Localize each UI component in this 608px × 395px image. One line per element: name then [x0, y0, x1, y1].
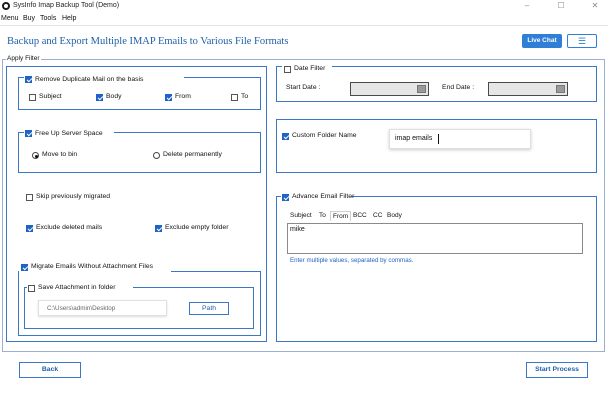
- advance-filter-label: Advance Email Filter: [292, 193, 355, 200]
- start-process-button[interactable]: Start Process: [526, 362, 588, 378]
- subject-label: Subject: [39, 93, 62, 100]
- subject-checkbox[interactable]: [29, 94, 36, 101]
- remove-duplicate-label: Remove Duplicate Mail on the basis: [35, 76, 144, 83]
- calendar-icon[interactable]: [417, 85, 426, 93]
- live-chat-button[interactable]: Live Chat: [522, 34, 562, 48]
- start-date-label: Start Date :: [286, 84, 321, 91]
- page-title: Backup and Export Multiple IMAP Emails t…: [7, 36, 289, 47]
- date-filter-checkbox[interactable]: [284, 66, 291, 73]
- tab-cc[interactable]: CC: [373, 211, 382, 221]
- date-filter-header: Date Filter: [282, 63, 332, 73]
- calendar-icon[interactable]: [556, 85, 565, 93]
- free-up-checkbox[interactable]: [25, 130, 32, 137]
- move-to-bin-label: Move to bin: [42, 151, 78, 158]
- app-logo-icon: [2, 2, 10, 10]
- skip-migrated-label: Skip previously migrated: [36, 193, 111, 200]
- minimize-icon[interactable]: –: [512, 0, 542, 13]
- save-attachment-checkbox[interactable]: [28, 285, 35, 292]
- custom-folder-checkbox[interactable]: [282, 133, 289, 140]
- body-checkbox[interactable]: [96, 94, 103, 101]
- menu-bar: [0, 13, 608, 24]
- divider: [0, 25, 608, 26]
- custom-folder-value: imap emails: [395, 135, 433, 142]
- attachment-path-value: C:\Users\admin\Desktop: [47, 305, 116, 312]
- exclude-empty-checkbox[interactable]: [155, 225, 162, 232]
- advance-filter-value: mike: [290, 226, 305, 233]
- remove-duplicate-checkbox[interactable]: [25, 76, 32, 83]
- delete-permanently-radio[interactable]: [153, 152, 160, 159]
- migrate-without-attachment-label: Migrate Emails Without Attachment Files: [31, 263, 154, 270]
- migrate-header: Migrate Emails Without Attachment Files: [19, 262, 171, 272]
- exclude-deleted-label: Exclude deleted mails: [36, 224, 103, 231]
- end-date-field[interactable]: [488, 82, 568, 96]
- hamburger-menu-icon[interactable]: ☰: [567, 34, 597, 48]
- custom-folder-label: Custom Folder Name: [292, 132, 357, 139]
- remove-duplicate-header: Remove Duplicate Mail on the basis: [24, 74, 184, 84]
- menu-item-menu[interactable]: Menu: [1, 15, 19, 22]
- free-up-label: Free Up Server Space: [35, 130, 103, 137]
- back-button[interactable]: Back: [19, 362, 81, 378]
- advance-filter-textarea[interactable]: mike: [287, 223, 583, 254]
- custom-folder-input[interactable]: imap emails: [389, 129, 531, 149]
- migrate-without-attachment-checkbox[interactable]: [21, 264, 28, 271]
- text-cursor: [438, 134, 439, 144]
- tab-subject[interactable]: Subject: [290, 211, 312, 221]
- free-up-header: Free Up Server Space: [24, 128, 114, 138]
- advance-filter-tabs: Subject To From BCC CC Body: [287, 211, 407, 222]
- menu-item-help[interactable]: Help: [62, 15, 76, 22]
- tab-from[interactable]: From: [330, 211, 352, 221]
- advance-filter-header: Advance Email Filter: [281, 192, 355, 202]
- close-icon[interactable]: ✕: [580, 0, 608, 13]
- skip-migrated-checkbox[interactable]: [26, 194, 33, 201]
- save-attachment-label: Save Attachment in folder: [38, 284, 116, 291]
- tab-body[interactable]: Body: [387, 211, 402, 221]
- window-title: SysInfo Imap Backup Tool (Demo): [13, 2, 120, 9]
- tab-to[interactable]: To: [319, 211, 326, 221]
- start-date-field[interactable]: [350, 82, 429, 96]
- to-checkbox[interactable]: [231, 94, 238, 101]
- save-attachment-header: Save Attachment in folder: [27, 283, 133, 293]
- body-label: Body: [106, 93, 122, 100]
- attachment-path-input[interactable]: C:\Users\admin\Desktop: [38, 300, 167, 316]
- delete-permanently-label: Delete permanently: [163, 151, 222, 158]
- path-button[interactable]: Path: [189, 302, 229, 315]
- advance-filter-hint: Enter multiple values, separated by comm…: [290, 257, 414, 264]
- exclude-deleted-checkbox[interactable]: [26, 225, 33, 232]
- advance-filter-checkbox[interactable]: [282, 194, 289, 201]
- menu-item-tools[interactable]: Tools: [40, 15, 56, 22]
- exclude-empty-label: Exclude empty folder: [165, 224, 229, 231]
- maximize-icon[interactable]: ☐: [546, 0, 576, 13]
- menu-item-buy[interactable]: Buy: [23, 15, 35, 22]
- from-label: From: [175, 93, 191, 100]
- from-checkbox[interactable]: [165, 94, 172, 101]
- to-label: To: [241, 93, 249, 100]
- date-filter-label: Date Filter: [294, 65, 326, 72]
- tab-bcc[interactable]: BCC: [353, 211, 367, 221]
- apply-filter-legend: Apply Filter: [6, 55, 41, 62]
- move-to-bin-radio[interactable]: [32, 152, 39, 159]
- end-date-label: End Date :: [442, 84, 475, 91]
